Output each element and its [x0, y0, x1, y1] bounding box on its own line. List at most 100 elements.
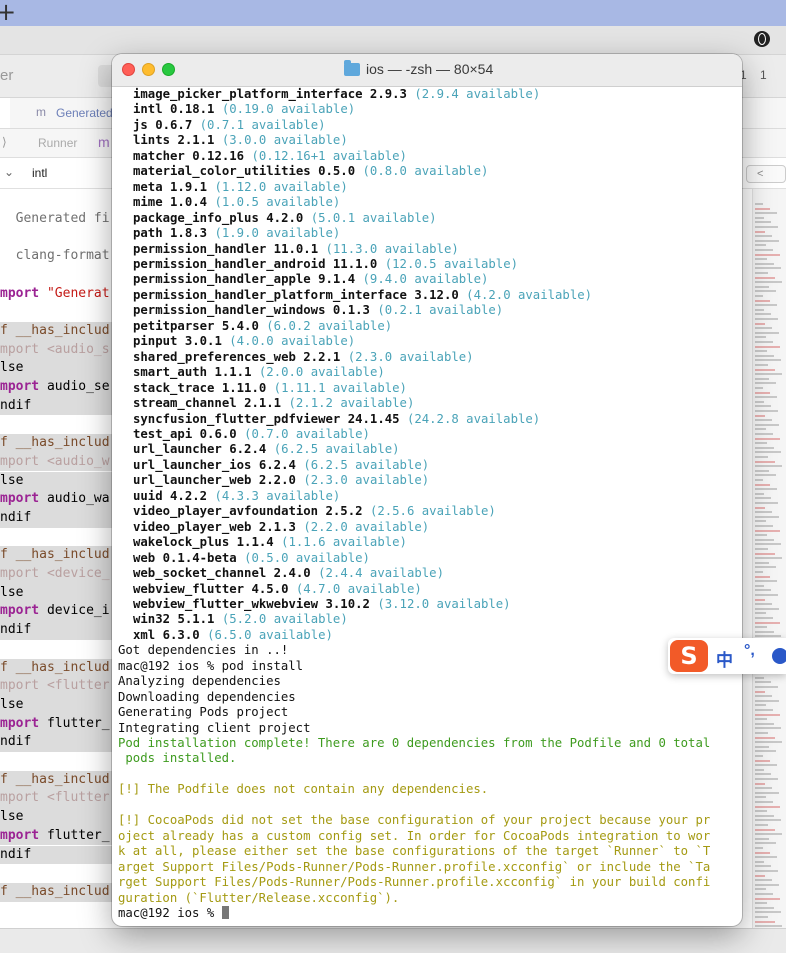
available-version: (1.1.6 available): [281, 535, 407, 550]
globe-icon[interactable]: [754, 31, 770, 47]
minimap-line: [755, 787, 772, 790]
dependency-line: wakelock_plus 1.1.4 (1.1.6 available): [118, 535, 742, 550]
terminal-titlebar[interactable]: ios — -zsh — 80×54: [112, 54, 742, 87]
minimap-line: [755, 327, 772, 330]
minimap-line: [755, 502, 778, 504]
package-name: material_color_utilities: [133, 164, 311, 179]
back-navigation-button[interactable]: <: [746, 165, 786, 183]
package-name: smart_auth: [133, 365, 208, 380]
code-keyword: mport: [0, 827, 40, 843]
dependency-line: xml 6.3.0 (6.5.0 available): [118, 628, 742, 643]
dependency-line: shared_preferences_web 2.2.1 (2.3.0 avai…: [118, 350, 742, 365]
jump-bar-symbol[interactable]: intl: [32, 166, 47, 180]
terminal-line: pods installed.: [118, 751, 237, 766]
minimap-line: [755, 433, 773, 435]
package-version: 1.8.3: [170, 226, 208, 241]
terminal-line: Pod installation complete! There are 0 d…: [118, 736, 711, 751]
minimap-line: [755, 699, 779, 702]
package-version: 0.12.16: [192, 148, 245, 163]
package-version: 1.11.0: [221, 380, 267, 395]
minimap-line: [755, 239, 779, 242]
available-version: (0.12.16+1 available): [251, 148, 407, 163]
minimap-line: [755, 920, 775, 923]
package-version: 1.1.1: [214, 365, 252, 380]
minimap-line: [755, 561, 769, 564]
package-version: 2.4.0: [273, 566, 311, 581]
terminal-output[interactable]: image_picker_platform_interface 2.9.3 (2…: [118, 87, 742, 926]
tab-generated[interactable]: Generated: [56, 106, 113, 120]
minimap-line: [755, 575, 770, 578]
dependency-line: url_launcher_web 2.2.0 (2.3.0 available): [118, 473, 742, 488]
package-name: image_picker_platform_interface: [133, 87, 363, 101]
terminal-line: Downloading dependencies: [118, 689, 296, 704]
package-name: webview_flutter_wkwebview: [133, 596, 319, 611]
status-bar: [0, 928, 786, 953]
package-name: syncfusion_flutter_pdfviewer: [133, 411, 341, 426]
ime-mode-chinese[interactable]: 中: [716, 646, 733, 671]
code-line: mport <audio_w: [0, 453, 110, 472]
dependency-line: js 0.6.7 (0.7.1 available): [118, 118, 742, 133]
zoom-button[interactable]: [162, 63, 175, 76]
code-comment: clang-format: [0, 248, 110, 264]
active-tab[interactable]: [0, 98, 10, 128]
package-name: win32: [133, 612, 171, 627]
ime-punctuation[interactable]: °,: [744, 642, 755, 660]
package-version: 2.1.3: [258, 519, 296, 534]
terminal-prompt-line[interactable]: mac@192 ios %: [118, 906, 742, 921]
minimap-line: [755, 520, 766, 523]
minimap-line: [755, 262, 774, 265]
minimap-line: [755, 612, 766, 615]
terminal-line: rget Support Files/Pods-Runner/Pods-Runn…: [118, 875, 711, 890]
package-version: 5.4.0: [221, 318, 259, 333]
minimize-button[interactable]: [142, 63, 155, 76]
package-version: 0.5.0: [318, 164, 356, 179]
breadcrumb-file[interactable]: m: [98, 134, 110, 150]
minimap-line: [755, 690, 765, 693]
available-version: (12.0.5 available): [384, 256, 518, 271]
close-button[interactable]: [122, 63, 135, 76]
minimap-line: [755, 879, 772, 882]
minimap-line: [755, 410, 778, 412]
minimap-line: [755, 318, 778, 320]
package-version: 0.1.4-beta: [162, 550, 237, 565]
background-window-title: er: [0, 67, 14, 84]
package-version: 11.0.1: [273, 241, 319, 256]
available-version: (2.2.0 available): [303, 519, 430, 534]
dependency-line: stack_trace 1.11.0 (1.11.1 available): [118, 381, 742, 396]
minimap-line: [755, 203, 763, 205]
minimap-line: [755, 258, 767, 261]
package-version: 6.3.0: [162, 627, 200, 642]
dependency-line: petitparser 5.4.0 (6.0.2 available): [118, 319, 742, 334]
minimap-line: [755, 626, 767, 629]
minimap-line: [755, 437, 780, 440]
sogou-logo-icon[interactable]: S: [670, 640, 708, 672]
emoji-icon[interactable]: [772, 648, 786, 664]
available-version: (24.2.8 available): [406, 411, 541, 426]
minimap-line: [755, 538, 774, 541]
warning-count[interactable]: 1: [760, 68, 767, 82]
package-version: 0.6.0: [199, 426, 237, 441]
available-version: (2.4.4 available): [318, 566, 444, 581]
input-method-indicator[interactable]: S 中 °,: [668, 638, 786, 674]
dependency-line: permission_handler_platform_interface 3.…: [118, 288, 742, 303]
package-name: permission_handler_android: [133, 256, 326, 271]
dependency-line: webview_flutter 4.5.0 (4.7.0 available): [118, 582, 742, 597]
breadcrumb-runner[interactable]: Runner: [38, 136, 77, 150]
minimap-line: [755, 290, 776, 293]
minimap-line: [755, 902, 767, 905]
available-version: (1.12.0 available): [214, 179, 348, 194]
chevron-down-icon[interactable]: ⌄: [4, 165, 14, 179]
minimap-line: [755, 221, 771, 224]
package-version: 1.9.1: [170, 179, 208, 194]
available-version: (2.3.0 available): [347, 349, 474, 364]
available-version: (3.0.0 available): [221, 133, 348, 148]
minimap-line: [755, 345, 780, 348]
plus-icon[interactable]: +: [0, 0, 16, 26]
package-version: 0.18.1: [170, 102, 215, 117]
dependency-line: stream_channel 2.1.1 (2.1.2 available): [118, 396, 742, 411]
minimap-line: [755, 336, 766, 339]
minimap-line: [755, 534, 767, 537]
minimap[interactable]: [752, 189, 786, 952]
minimap-line: [755, 750, 776, 753]
available-version: (2.0.0 available): [258, 365, 385, 380]
